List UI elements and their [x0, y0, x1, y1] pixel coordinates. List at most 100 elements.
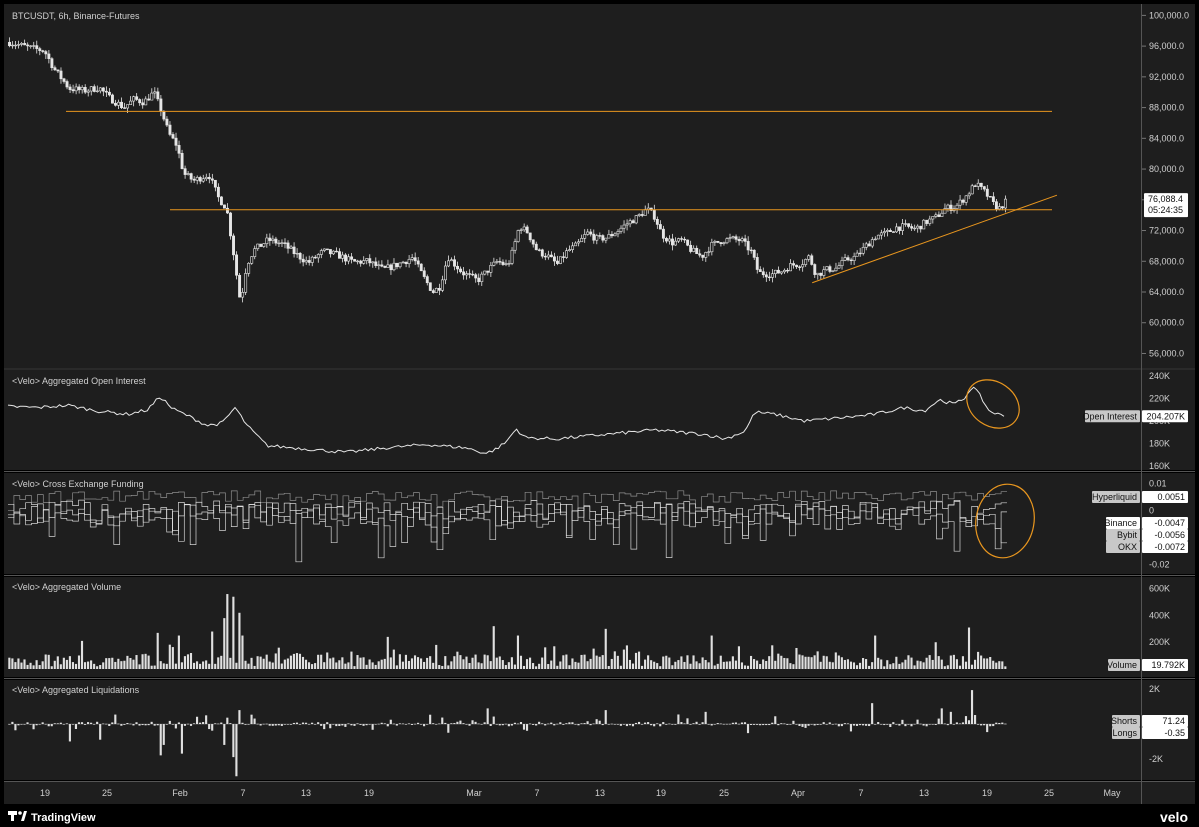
- volume-bar: [435, 644, 438, 669]
- oi-tick-label: 220K: [1149, 394, 1170, 404]
- liquidation-bar: [916, 719, 919, 725]
- liquidation-bar: [610, 723, 613, 725]
- volume-bar: [195, 661, 199, 669]
- volume-bar: [468, 662, 471, 669]
- liquidation-bar: [980, 724, 983, 726]
- volume-bar: [398, 654, 401, 669]
- liquidation-bar: [120, 724, 123, 726]
- last-price-tag: 76,088.405:24:35: [1144, 193, 1188, 218]
- liquidation-bar: [456, 721, 459, 725]
- volume-bar: [568, 665, 571, 669]
- volume-bar: [598, 656, 601, 669]
- liquidation-bar: [595, 719, 598, 725]
- liquidation-bar: [283, 724, 286, 725]
- liquidation-bar: [689, 724, 692, 725]
- volume-bar: [153, 665, 156, 669]
- liquidation-bar: [413, 723, 417, 725]
- liquidation-bar: [371, 724, 374, 730]
- candle: [235, 251, 239, 280]
- liquidation-bar: [177, 722, 180, 725]
- candle: [219, 196, 223, 206]
- liquidation-bar: [783, 723, 786, 725]
- liquidation-bar: [919, 723, 922, 725]
- volume-bar: [825, 656, 828, 669]
- funding-tick-label: 0: [1149, 506, 1154, 516]
- funding-pane[interactable]: [4, 473, 1195, 574]
- bar-countdown: 05:24:35: [1148, 205, 1183, 215]
- liquidation-bar: [743, 722, 747, 725]
- liquidation-bar: [465, 724, 468, 725]
- candle: [110, 93, 114, 104]
- liquidation-bar: [892, 722, 895, 725]
- liquidation-bar: [241, 722, 244, 725]
- volume-bar: [380, 659, 383, 669]
- volume-bar: [495, 657, 498, 669]
- volume-bar: [229, 657, 232, 669]
- liquidation-bar: [189, 724, 193, 726]
- volume-bar: [407, 660, 411, 669]
- volume-bar: [532, 663, 535, 669]
- candle: [516, 229, 520, 243]
- liquidation-bar: [192, 723, 196, 725]
- candle: [229, 211, 232, 240]
- volume-bar: [268, 661, 271, 669]
- liquidation-bar: [541, 723, 544, 725]
- volume-bar: [459, 655, 462, 669]
- liquidation-bar: [671, 724, 674, 725]
- volume-bar: [828, 661, 831, 669]
- liquidation-bar: [544, 724, 547, 726]
- oi-tick-label: 180K: [1149, 438, 1170, 448]
- x-axis-label: 7: [240, 788, 245, 798]
- volume-tick-label: 400K: [1149, 610, 1170, 620]
- volume-bar: [619, 665, 622, 669]
- liquidation-bar: [834, 723, 837, 725]
- volume-bar: [780, 655, 783, 669]
- volume-bar: [868, 665, 871, 669]
- funding-pane-title: <Velo> Cross Exchange Funding: [12, 479, 144, 489]
- volume-bar: [798, 654, 801, 669]
- volume-bar: [174, 663, 177, 669]
- liquidation-bar: [171, 724, 174, 725]
- price-pane[interactable]: [4, 4, 1195, 368]
- funding-tag-okx: OKX: [1106, 541, 1140, 553]
- volume-bar: [259, 656, 262, 669]
- volume-bar: [777, 653, 780, 669]
- liquidation-bar: [574, 724, 577, 725]
- volume-bar: [562, 655, 565, 669]
- liquidation-bar: [840, 724, 843, 727]
- liquidation-bar: [186, 723, 190, 725]
- liquidation-bar: [395, 724, 398, 726]
- liquidation-bar: [946, 724, 949, 726]
- funding-tag-hyperliquid: Hyperliquid: [1092, 491, 1140, 503]
- liquidation-bar: [786, 724, 789, 725]
- volume-bar: [746, 665, 750, 669]
- volume-bar: [550, 660, 553, 669]
- liquidation-bar: [519, 722, 523, 725]
- liquidation-bar: [955, 722, 958, 725]
- volume-bar: [716, 663, 719, 669]
- liquidation-bar: [208, 724, 211, 730]
- liquidation-bar: [129, 723, 132, 725]
- liquidation-bar: [386, 724, 389, 727]
- volume-bar: [622, 649, 625, 669]
- volume-bar: [180, 662, 183, 669]
- price-tick-label: 100,000.0: [1149, 10, 1189, 20]
- liquidation-bar: [138, 724, 141, 726]
- liquidation-bar: [895, 724, 898, 725]
- volume-bar: [601, 655, 604, 669]
- volume-bar: [810, 657, 813, 669]
- volume-bar: [631, 663, 635, 669]
- liquidation-bar: [753, 724, 756, 725]
- volume-bar: [753, 659, 756, 669]
- svg-text:OKX: OKX: [1118, 542, 1137, 552]
- volume-bar: [653, 661, 656, 669]
- liquidation-bar: [256, 723, 259, 725]
- volume-bar: [501, 660, 504, 669]
- oi-name-tag: Open Interest: [1082, 410, 1140, 423]
- volume-bar: [519, 655, 523, 669]
- svg-text:Open Interest: Open Interest: [1082, 411, 1137, 421]
- volume-axis: 600K 400K 200K: [1149, 584, 1170, 648]
- volume-bar: [559, 661, 562, 669]
- volume-bar: [768, 656, 771, 669]
- volume-bar: [183, 656, 187, 669]
